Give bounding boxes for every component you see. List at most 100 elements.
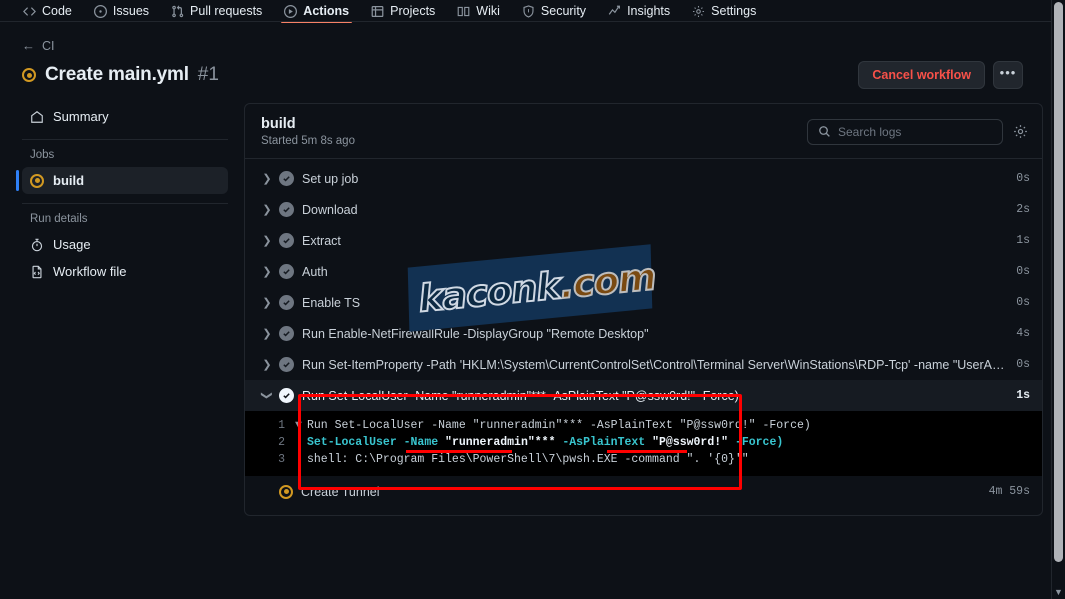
browser-scrollbar[interactable]: ▼ — [1051, 0, 1065, 599]
header-actions: Cancel workflow ••• — [858, 61, 1045, 89]
breadcrumb[interactable]: ← CI — [22, 38, 1045, 53]
chevron-right-icon: ❯ — [262, 328, 272, 340]
nav-item-label: Projects — [390, 4, 436, 18]
step-name: Create Tunnel — [301, 484, 380, 499]
cancel-workflow-button[interactable]: Cancel workflow — [858, 61, 985, 89]
chevron-right-icon: ❯ — [262, 266, 272, 278]
log-settings-gear-icon[interactable] — [1013, 124, 1028, 139]
log-header-actions — [807, 118, 1028, 145]
step-duration: 0s — [1016, 265, 1030, 278]
issue-opened-icon — [93, 4, 107, 18]
nav-item-label: Security — [540, 4, 587, 18]
log-line-number: 3 — [278, 453, 285, 466]
search-icon — [818, 125, 831, 138]
nav-item-insights[interactable]: Insights — [599, 0, 679, 22]
log-fold-spacer — [295, 451, 307, 468]
log-fold-spacer — [295, 434, 307, 451]
search-input[interactable] — [838, 124, 992, 139]
sidebar-item-build[interactable]: build — [16, 167, 228, 194]
scrollbar-thumb[interactable] — [1054, 2, 1063, 562]
scrollbar-down-arrow-icon[interactable]: ▼ — [1052, 587, 1065, 597]
search-logs-field[interactable] — [807, 118, 1003, 145]
log-fold-icon[interactable]: ▼ — [295, 417, 307, 434]
sidebar-divider — [22, 139, 228, 140]
job-log-header: build Started 5m 8s ago — [245, 104, 1042, 159]
step-duration: 4s — [1016, 327, 1030, 340]
book-icon — [457, 5, 470, 18]
step-row[interactable]: Create Tunnel 4m 59s — [245, 476, 1042, 507]
chevron-down-icon: ❯ — [260, 390, 273, 401]
log-output[interactable]: 1 ▼ Run Set-LocalUser -Name "runneradmin… — [245, 411, 1042, 476]
nav-item-actions[interactable]: Actions — [275, 0, 358, 23]
chevron-right-icon: ❯ — [262, 204, 272, 216]
overflow-menu-button[interactable]: ••• — [993, 61, 1023, 89]
step-row[interactable]: ❯ Run Set-ItemProperty -Path 'HKLM:\Syst… — [245, 349, 1042, 380]
step-duration: 0s — [1016, 296, 1030, 309]
nav-item-pull-requests[interactable]: Pull requests — [162, 0, 271, 22]
git-pull-request-icon — [171, 4, 184, 18]
sidebar-item-label: Usage — [53, 237, 91, 252]
log-line-text: Run Set-LocalUser -Name "runneradmin"***… — [307, 419, 811, 432]
log-line: 3 shell: C:\Program Files\PowerShell\7\p… — [245, 451, 1042, 468]
title-group: Create main.yml #1 — [22, 64, 219, 86]
step-row-expanded[interactable]: ❯ Run Set-LocalUser -Name "runneradmin"*… — [245, 380, 1042, 411]
sidebar-section-jobs: Jobs — [30, 149, 55, 161]
sidebar-item-label: Summary — [53, 109, 109, 124]
stopwatch-icon — [30, 238, 44, 252]
step-name: Auth — [302, 264, 328, 279]
step-row[interactable]: ❯ Auth 0s — [245, 256, 1042, 287]
sidebar-item-usage[interactable]: Usage — [22, 231, 228, 258]
step-name: Download — [302, 202, 358, 217]
check-success-icon — [279, 264, 294, 279]
step-name: Set up job — [302, 171, 359, 186]
check-success-icon — [279, 357, 294, 372]
nav-item-code[interactable]: Code — [14, 0, 81, 22]
nav-item-security[interactable]: Security — [513, 0, 595, 22]
graph-icon — [608, 5, 621, 18]
chevron-right-icon: ❯ — [262, 297, 272, 309]
sidebar-item-summary[interactable]: Summary — [22, 103, 228, 130]
job-title-group: build Started 5m 8s ago — [261, 116, 355, 147]
log-line-number: 1 — [278, 419, 285, 432]
sidebar: Summary Jobs build Run details Usage Wor… — [16, 103, 244, 516]
check-success-icon — [279, 233, 294, 248]
log-line-text: shell: C:\Program Files\PowerShell\7\pws… — [307, 453, 749, 466]
nav-item-issues[interactable]: Issues — [85, 0, 158, 22]
play-icon — [284, 4, 298, 18]
nav-item-wiki[interactable]: Wiki — [448, 0, 509, 22]
run-number: #1 — [197, 64, 219, 85]
check-success-icon — [279, 388, 294, 403]
nav-item-label: Code — [42, 4, 72, 18]
log-line-number: 2 — [278, 436, 285, 449]
gear-icon — [692, 5, 705, 18]
step-row[interactable]: ❯ Extract 1s — [245, 225, 1042, 256]
step-name: Extract — [302, 233, 341, 248]
step-duration: 1s — [1016, 234, 1030, 247]
table-icon — [371, 5, 384, 18]
sidebar-item-label: Workflow file — [53, 264, 127, 279]
page-header: ← CI Create main.yml #1 Cancel workflow … — [0, 22, 1065, 89]
check-success-icon — [279, 171, 294, 186]
step-duration: 2s — [1016, 203, 1030, 216]
step-row[interactable]: ❯ Set up job 0s — [245, 163, 1042, 194]
chevron-right-icon: ❯ — [262, 173, 272, 185]
shield-icon — [522, 4, 535, 18]
step-row[interactable]: ❯ Run Enable-NetFirewallRule -DisplayGro… — [245, 318, 1042, 349]
sidebar-item-workflow-file[interactable]: Workflow file — [22, 258, 228, 285]
nav-item-label: Pull requests — [190, 4, 263, 18]
sidebar-section-run-details: Run details — [30, 213, 88, 225]
job-started-time: Started 5m 8s ago — [261, 135, 355, 147]
nav-item-label: Actions — [303, 4, 350, 18]
step-row[interactable]: ❯ Download 2s — [245, 194, 1042, 225]
in-progress-icon — [22, 68, 36, 82]
nav-item-projects[interactable]: Projects — [362, 0, 444, 22]
content-area: Summary Jobs build Run details Usage Wor… — [0, 89, 1065, 516]
step-row[interactable]: ❯ Enable TS 0s — [245, 287, 1042, 318]
file-code-icon — [30, 265, 44, 279]
nav-item-settings[interactable]: Settings — [683, 0, 765, 22]
job-name: build — [261, 116, 296, 132]
job-log-panel: build Started 5m 8s ago ❯ — [244, 103, 1043, 516]
log-line: 1 ▼ Run Set-LocalUser -Name "runneradmin… — [245, 417, 1042, 434]
in-progress-icon — [30, 173, 44, 188]
sidebar-job-label: build — [53, 173, 85, 188]
